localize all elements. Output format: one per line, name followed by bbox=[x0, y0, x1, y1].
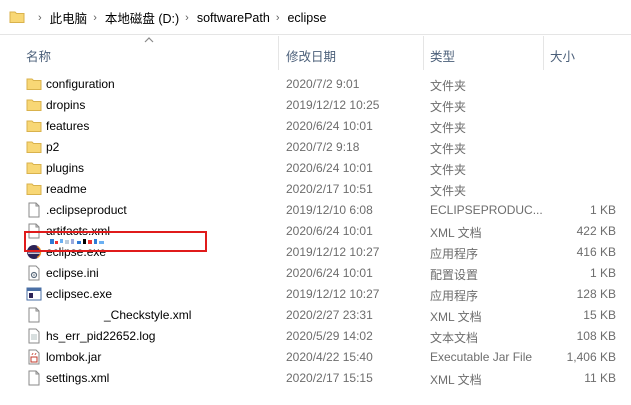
sort-ascending-icon bbox=[144, 37, 154, 43]
file-date: 2020/2/17 15:15 bbox=[286, 371, 373, 385]
folder-icon bbox=[26, 78, 42, 90]
file-type: ECLIPSEPRODUC... bbox=[430, 203, 543, 217]
breadcrumb-eclipse[interactable]: eclipse bbox=[287, 11, 326, 25]
file-date: 2020/2/17 10:51 bbox=[286, 182, 373, 196]
list-item[interactable]: dropins 2019/12/12 10:25 文件夹 bbox=[0, 95, 631, 116]
file-name: settings.xml bbox=[46, 371, 110, 385]
file-type: XML 文档 bbox=[430, 310, 482, 324]
file-size: 1,406 KB bbox=[566, 350, 616, 364]
file-name: features bbox=[46, 119, 90, 133]
file-name: lombok.jar bbox=[46, 350, 102, 364]
file-size: 108 KB bbox=[576, 329, 616, 343]
list-item[interactable]: p2 2020/7/2 9:18 文件夹 bbox=[0, 137, 631, 158]
column-date[interactable]: 修改日期 bbox=[286, 46, 336, 65]
console-app-icon bbox=[26, 287, 42, 301]
file-date: 2020/7/2 9:01 bbox=[286, 77, 360, 91]
file-name: eclipse.ini bbox=[46, 266, 99, 280]
file-size: 1 KB bbox=[589, 203, 616, 217]
highlight-annotation bbox=[24, 231, 207, 252]
file-type: 配置设置 bbox=[430, 268, 479, 282]
file-type: 文本文档 bbox=[430, 331, 479, 345]
file-name: plugins bbox=[46, 161, 85, 175]
file-size: 15 KB bbox=[583, 308, 616, 322]
jar-icon bbox=[28, 349, 40, 365]
list-item[interactable]: eclipsec.exe 2019/12/12 10:27 应用程序 128 K… bbox=[0, 284, 631, 305]
column-divider[interactable] bbox=[423, 36, 424, 70]
file-size: 1 KB bbox=[589, 266, 616, 280]
list-item[interactable]: settings.xml 2020/2/17 15:15 XML 文档 11 K… bbox=[0, 368, 631, 389]
chevron-right-icon[interactable]: › bbox=[185, 12, 189, 24]
file-name: .eclipseproduct bbox=[46, 203, 127, 217]
list-item[interactable]: plugins 2020/6/24 10:01 文件夹 bbox=[0, 158, 631, 179]
file-icon bbox=[28, 370, 40, 386]
file-name: hs_err_pid22652.log bbox=[46, 329, 156, 343]
file-icon bbox=[28, 328, 40, 344]
breadcrumb-local-disk[interactable]: 本地磁盘 (D:) bbox=[105, 8, 179, 27]
file-date: 2019/12/12 10:27 bbox=[286, 287, 380, 301]
file-date: 2019/12/10 6:08 bbox=[286, 203, 373, 217]
list-item[interactable]: hs_err_pid22652.log 2020/5/29 14:02 文本文档… bbox=[0, 326, 631, 347]
file-name: readme bbox=[46, 182, 87, 196]
breadcrumb-this-pc[interactable]: 此电脑 bbox=[50, 8, 88, 27]
file-icon bbox=[28, 202, 40, 218]
folder-icon bbox=[26, 183, 42, 195]
column-size[interactable]: 大小 bbox=[550, 46, 575, 65]
list-item[interactable]: readme 2020/2/17 10:51 文件夹 bbox=[0, 179, 631, 200]
list-item[interactable]: features 2020/6/24 10:01 文件夹 bbox=[0, 116, 631, 137]
file-type: XML 文档 bbox=[430, 226, 482, 240]
folder-icon bbox=[26, 99, 42, 111]
column-type[interactable]: 类型 bbox=[430, 46, 455, 65]
list-item[interactable]: _Checkstyle.xml 2020/2/27 23:31 XML 文档 1… bbox=[0, 305, 631, 326]
chevron-right-icon: › bbox=[38, 11, 42, 24]
file-icon bbox=[28, 307, 40, 323]
file-type: 文件夹 bbox=[430, 100, 467, 114]
file-date: 2020/6/24 10:01 bbox=[286, 266, 373, 280]
file-name: p2 bbox=[46, 140, 60, 154]
address-bar[interactable]: › 此电脑 › 本地磁盘 (D:) › softwarePath › eclip… bbox=[0, 0, 631, 35]
file-name: _Checkstyle.xml bbox=[104, 308, 192, 322]
column-divider[interactable] bbox=[278, 36, 279, 70]
file-size: 128 KB bbox=[576, 287, 616, 301]
chevron-right-icon[interactable]: › bbox=[276, 12, 280, 24]
list-item[interactable]: configuration 2020/7/2 9:01 文件夹 bbox=[0, 74, 631, 95]
breadcrumb-softwarepath[interactable]: softwarePath bbox=[197, 11, 270, 25]
file-date: 2020/7/2 9:18 bbox=[286, 140, 360, 154]
file-date: 2020/6/24 10:01 bbox=[286, 119, 373, 133]
column-name[interactable]: 名称 bbox=[26, 46, 51, 65]
file-type: 文件夹 bbox=[430, 184, 467, 198]
chevron-right-icon[interactable]: › bbox=[93, 12, 97, 24]
file-date: 2020/6/24 10:01 bbox=[286, 224, 373, 238]
file-name: configuration bbox=[46, 77, 115, 91]
file-type: 应用程序 bbox=[430, 289, 479, 303]
folder-icon bbox=[26, 120, 42, 132]
file-type: XML 文档 bbox=[430, 373, 482, 387]
file-name: eclipsec.exe bbox=[46, 287, 113, 301]
file-type: 文件夹 bbox=[430, 121, 467, 135]
file-date: 2020/6/24 10:01 bbox=[286, 161, 373, 175]
settings-file-icon bbox=[28, 265, 40, 281]
file-type: 文件夹 bbox=[430, 142, 467, 156]
file-date: 2020/5/29 14:02 bbox=[286, 329, 373, 343]
file-type: 应用程序 bbox=[430, 247, 479, 261]
file-date: 2019/12/12 10:25 bbox=[286, 98, 380, 112]
file-type: 文件夹 bbox=[430, 163, 467, 177]
file-type: Executable Jar File bbox=[430, 350, 533, 364]
file-date: 2020/4/22 15:40 bbox=[286, 350, 373, 364]
folder-icon bbox=[26, 141, 42, 153]
file-name: dropins bbox=[46, 98, 86, 112]
folder-icon bbox=[26, 162, 42, 174]
list-item[interactable]: eclipse.ini 2020/6/24 10:01 配置设置 1 KB bbox=[0, 263, 631, 284]
list-item[interactable]: .eclipseproduct 2019/12/10 6:08 ECLIPSEP… bbox=[0, 200, 631, 221]
column-header: 名称 修改日期 类型 大小 bbox=[0, 36, 631, 70]
column-divider[interactable] bbox=[543, 36, 544, 70]
file-size: 11 KB bbox=[584, 371, 616, 385]
list-item[interactable]: lombok.jar 2020/4/22 15:40 Executable Ja… bbox=[0, 347, 631, 368]
file-size: 416 KB bbox=[576, 245, 616, 259]
file-type: 文件夹 bbox=[430, 79, 467, 93]
file-size: 422 KB bbox=[576, 224, 616, 238]
folder-icon bbox=[9, 11, 25, 23]
file-date: 2020/2/27 23:31 bbox=[286, 308, 373, 322]
file-date: 2019/12/12 10:27 bbox=[286, 245, 380, 259]
